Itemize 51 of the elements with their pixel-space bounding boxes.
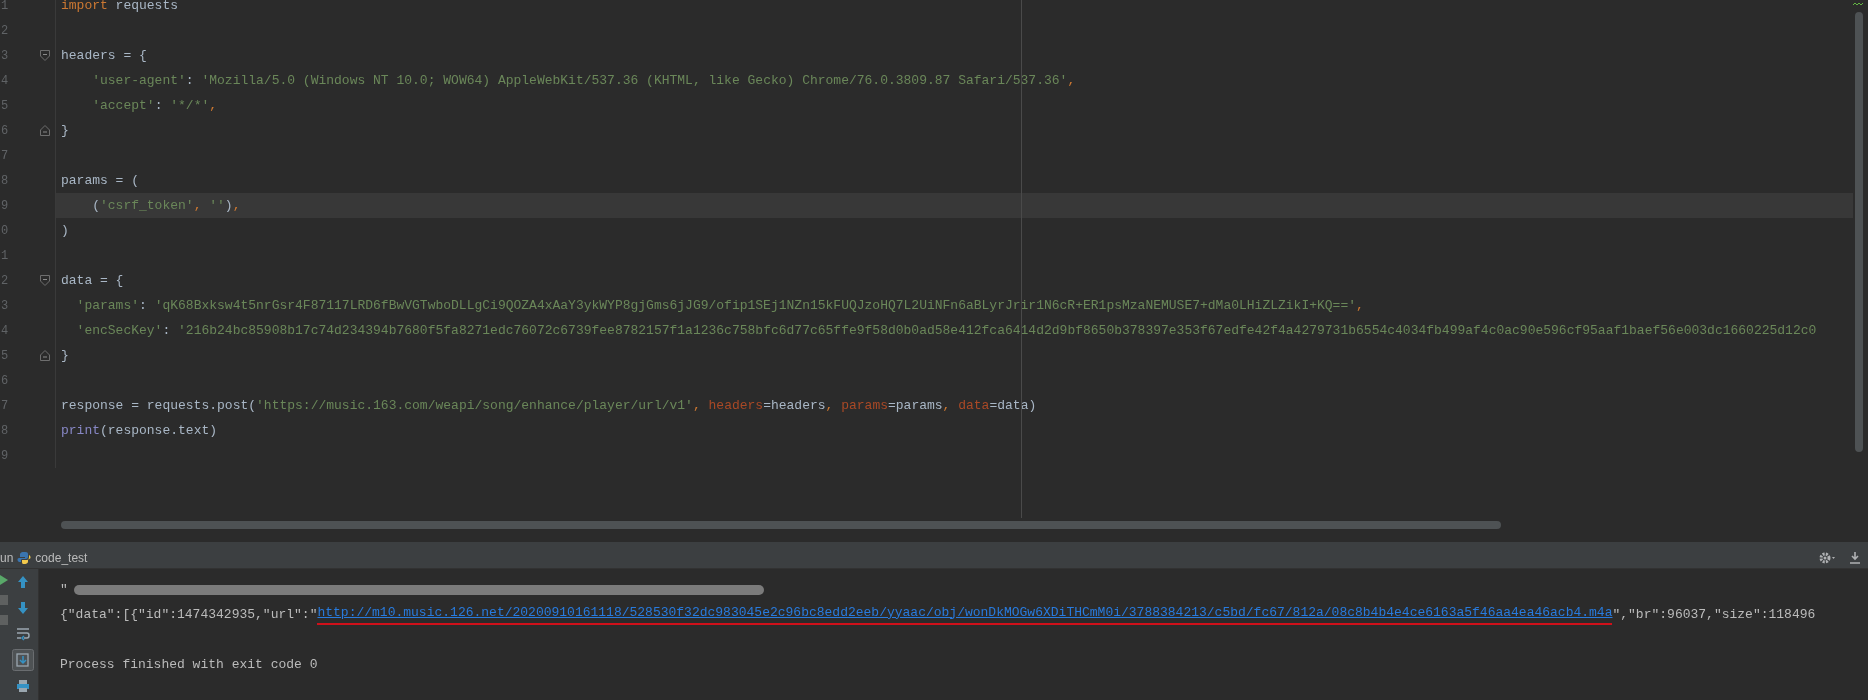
line-number: 2 bbox=[1, 273, 9, 288]
line-number: 7 bbox=[1, 398, 9, 413]
inspection-ok-icon bbox=[1852, 0, 1864, 8]
line-number: 4 bbox=[1, 73, 9, 88]
horizontal-scrollbar[interactable] bbox=[61, 521, 1501, 529]
line-number: 8 bbox=[1, 423, 9, 438]
output-text: {"data":[{"id":1474342935,"url":" bbox=[60, 607, 318, 622]
code-line: data = { bbox=[61, 273, 124, 288]
line-number: 1 bbox=[1, 248, 9, 263]
code-line: ('csrf_token', ''), bbox=[91, 198, 241, 213]
line-number: 5 bbox=[1, 348, 9, 363]
python-icon bbox=[17, 551, 32, 565]
line-number: 3 bbox=[1, 298, 9, 313]
code-line: params = ( bbox=[61, 173, 139, 188]
code-line: 'encSecKey': '216b24bc85908b17c74d234394b7680f5fa8271edc76072c6739fee8782157f1a1236c758bfc6d77c65ffe9f58d0b0ad58e412fca6414d2d9bf8650b378397e353f67edfe42f4a4279731b6554c4034fb499af4c0ac90e596cf95aaf1baef56e003dc1660225d12c0 bbox=[75, 323, 1817, 338]
run-label: un bbox=[0, 551, 14, 565]
line-number: 4 bbox=[1, 323, 9, 338]
download-icon[interactable] bbox=[1848, 551, 1862, 565]
settings-icon[interactable] bbox=[1818, 551, 1838, 565]
fold-marker-icon[interactable] bbox=[40, 125, 50, 136]
output-text: " bbox=[60, 582, 68, 597]
code-line: print(response.text) bbox=[61, 423, 218, 438]
code-line: } bbox=[61, 123, 69, 138]
output-text: ","br":96037,"size":118496 bbox=[1612, 607, 1816, 622]
line-number: 6 bbox=[1, 373, 9, 388]
code-line: ) bbox=[61, 223, 69, 238]
fold-marker-icon[interactable] bbox=[40, 50, 50, 61]
line-number: 2 bbox=[1, 23, 9, 38]
line-number: 1 bbox=[1, 0, 9, 13]
vertical-scrollbar[interactable] bbox=[1855, 12, 1863, 452]
line-number: 9 bbox=[1, 448, 9, 463]
line-number: 5 bbox=[1, 98, 9, 113]
code-line: 'params': 'qK68Bxksw4t5nrGsr4F87117LRD6fBwVGTwboDLLgCi9QOZA4xAaY3ykWYP8gjGms6jJG9/ofip1SEj1NZn15kFUQJzoHQ7L2UiNFn6aBLyrJrir1N6cR+ER1psMzaNEMUSE7+dMa0LHiZLZikI+KQ==', bbox=[75, 298, 1364, 313]
line-number: 9 bbox=[1, 198, 9, 213]
code-line: response = requests.post('https://music.163.com/weapi/song/enhance/player/url/v1', headers=headers, params=params, data=data) bbox=[61, 398, 1037, 413]
fold-marker-icon[interactable] bbox=[40, 275, 50, 286]
line-number: 8 bbox=[1, 173, 9, 188]
output-link[interactable]: http://m10.music.126.net/20200910161118/528530f32dc983045e2c96bc8edd2eeb/yyaac/obj/wonDkMOGw6XDiTHCmM0i/3788384213/c5bd/fc67/812a/08c8b4b4e4ce6163a5f46aa4ea46acb4.m4a bbox=[317, 604, 1613, 620]
code-line: 'user-agent': 'Mozilla/5.0 (Windows NT 10.0; WOW64) AppleWebKit/537.36 (KHTML, like Gecko) Chrome/76.0.3809.87 Safari/537.36', bbox=[91, 73, 1076, 88]
code-line: } bbox=[61, 348, 69, 363]
run-configuration-tab[interactable]: code_test bbox=[35, 551, 88, 565]
code-line: 'accept': '*/*', bbox=[91, 98, 218, 113]
line-number: 0 bbox=[1, 223, 9, 238]
fold-marker-icon[interactable] bbox=[40, 350, 50, 361]
code-line: import requests bbox=[61, 0, 179, 13]
scroll-to-end-icon[interactable] bbox=[12, 649, 34, 671]
line-number: 3 bbox=[1, 48, 9, 63]
output-text: Process finished with exit code 0 bbox=[60, 657, 318, 672]
code-line: headers = { bbox=[61, 48, 147, 63]
line-number: 6 bbox=[1, 123, 9, 138]
line-number: 7 bbox=[1, 148, 9, 163]
